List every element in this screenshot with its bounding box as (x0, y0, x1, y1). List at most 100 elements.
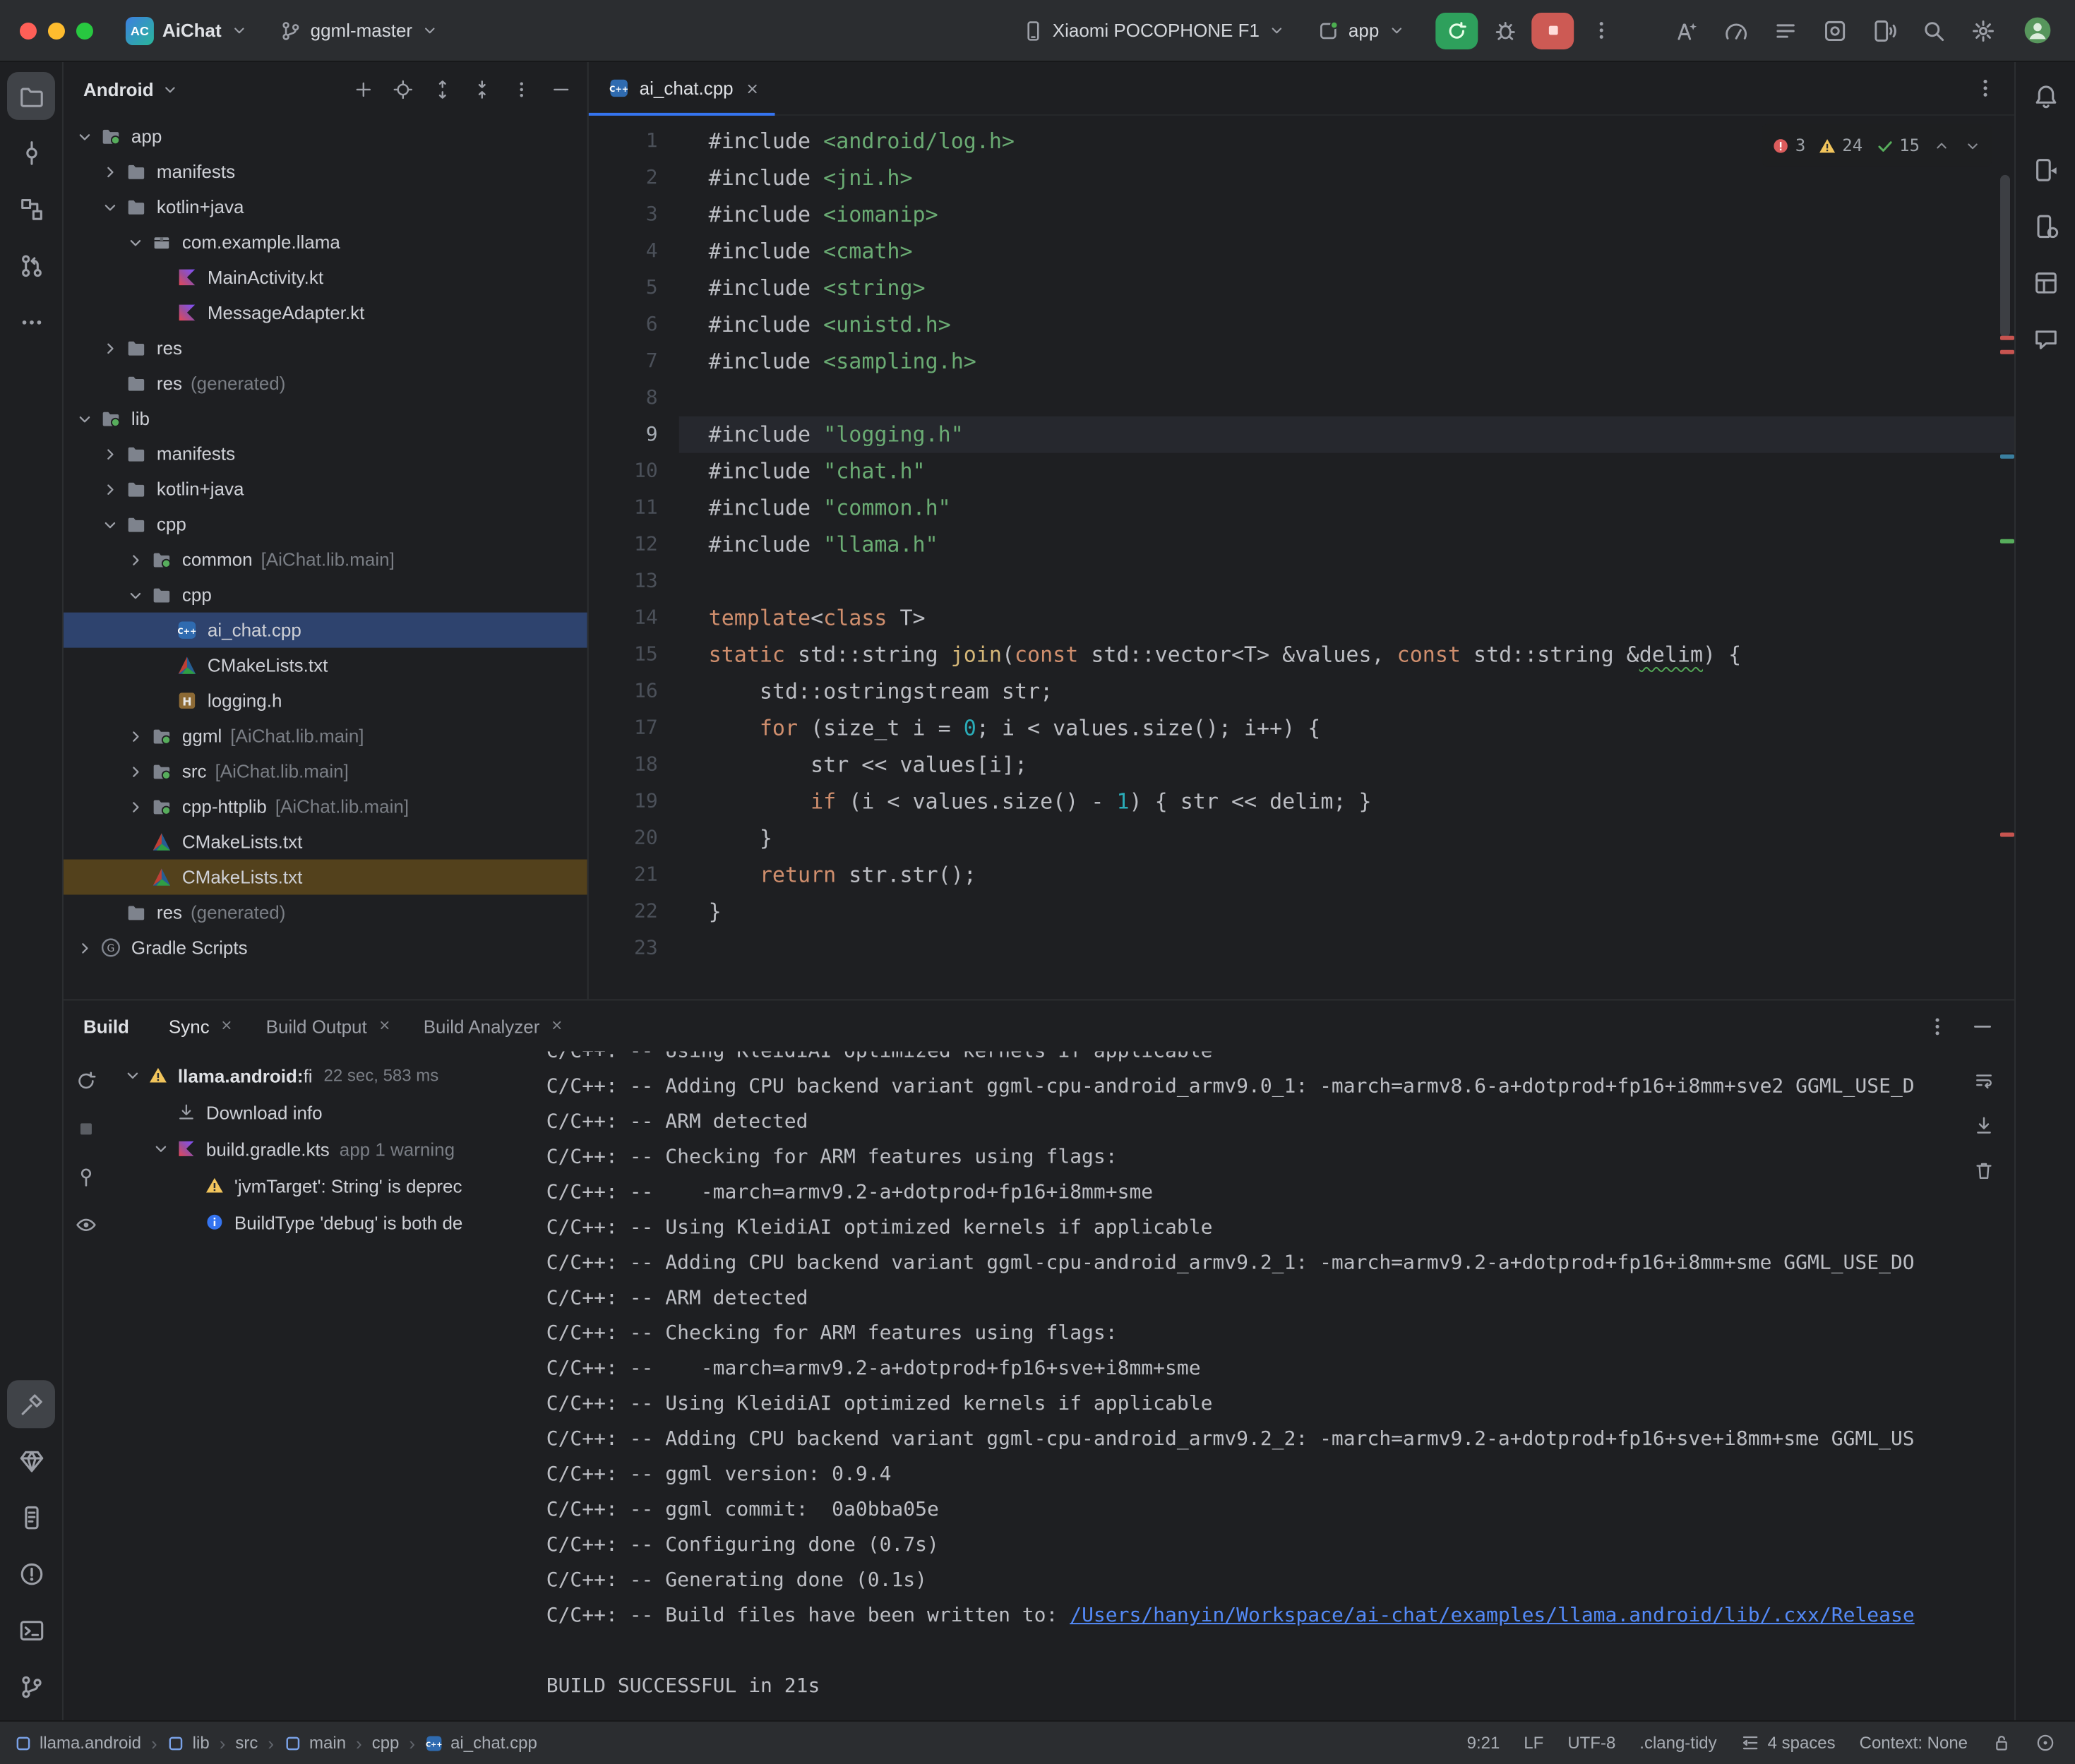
file-encoding[interactable]: UTF-8 (1567, 1733, 1615, 1753)
build-tree-item[interactable]: llama.android: fi22 sec, 583 ms (109, 1057, 532, 1093)
breadcrumb-item[interactable]: src (235, 1733, 258, 1753)
build-console[interactable]: C/C++: -- Using KleidiAI optimized kerne… (532, 1051, 2014, 1720)
tree-item[interactable]: GGradle Scripts (64, 930, 587, 965)
tree-item[interactable]: ggml[AiChat.lib.main] (64, 719, 587, 754)
run-configuration-selector[interactable]: app (1308, 13, 1416, 47)
terminal-button[interactable] (7, 1606, 55, 1654)
settings-button[interactable] (1961, 10, 2004, 51)
tree-item[interactable]: res(generated) (64, 366, 587, 401)
prev-problem-icon[interactable] (1932, 136, 1951, 155)
tree-item[interactable]: CMakeLists.txt (64, 824, 587, 860)
clear-button[interactable] (1966, 1153, 2000, 1187)
profiler-button[interactable] (1714, 10, 1757, 51)
console-link[interactable]: /Users/hanyin/Workspace/ai-chat/examples… (1070, 1604, 1914, 1627)
ok-stripe-mark[interactable] (2000, 539, 2014, 544)
build-tree-item[interactable]: 'jvmTarget': String' is deprec (109, 1167, 532, 1204)
build-tree-item[interactable]: build.gradle.ktsapp 1 warning (109, 1130, 532, 1167)
locate-button[interactable] (384, 71, 421, 107)
hide-build-panel-button[interactable] (1961, 1006, 2003, 1045)
editor-scrollbar[interactable] (2000, 175, 2010, 337)
app-quality-insights-button[interactable] (7, 1436, 55, 1484)
lock-icon[interactable] (1992, 1733, 2011, 1753)
tree-item[interactable]: MessageAdapter.kt (64, 295, 587, 330)
build-tree-item[interactable]: Download info (109, 1093, 532, 1130)
device-manager-button[interactable] (2021, 202, 2069, 250)
error-stripe-mark[interactable] (2000, 336, 2014, 340)
tree-item[interactable]: com.example.llama (64, 224, 587, 260)
layout-inspector-button[interactable] (2021, 258, 2069, 306)
project-selector[interactable]: AC AiChat (116, 11, 258, 50)
code-line[interactable]: return str.str(); (709, 857, 2014, 894)
notifications-button[interactable] (2021, 72, 2069, 120)
close-icon[interactable] (220, 1015, 235, 1036)
code-line[interactable]: } (709, 820, 2014, 857)
code-line[interactable]: std::ostringstream str; (709, 673, 2014, 710)
tree-item[interactable]: app (64, 119, 587, 154)
code-line[interactable]: #include "chat.h" (709, 453, 2014, 490)
code-line[interactable]: #include <iomanip> (709, 196, 2014, 233)
search-button[interactable] (1911, 10, 1955, 51)
pull-requests-button[interactable] (7, 241, 55, 289)
tree-item[interactable]: res(generated) (64, 894, 587, 930)
tree-item[interactable]: MainActivity.kt (64, 260, 587, 295)
tree-item[interactable]: manifests (64, 436, 587, 472)
expand-button[interactable] (424, 71, 460, 107)
info-stripe-mark[interactable] (2000, 455, 2014, 459)
problems-button[interactable] (7, 1549, 55, 1597)
build-tab-build-analyzer[interactable]: Build Analyzer (409, 1000, 580, 1051)
code-line[interactable]: if (i < values.size() - 1) { str << deli… (709, 784, 2014, 820)
error-stripe-mark[interactable] (2000, 350, 2014, 354)
project-view-selector[interactable]: Android (83, 78, 179, 100)
code-line[interactable] (709, 380, 2014, 416)
editor-gutter[interactable]: 1234567891011121314151617181920212223 (589, 116, 679, 999)
notifications-status-icon[interactable] (2035, 1733, 2055, 1753)
caret-position[interactable]: 9:21 (1467, 1733, 1500, 1753)
tree-item[interactable]: kotlin+java (64, 472, 587, 507)
app-inspection-button[interactable] (1812, 10, 1856, 51)
code-line[interactable]: #include <string> (709, 270, 2014, 306)
user-avatar-button[interactable] (2016, 11, 2058, 50)
inspections-widget[interactable]: 3 24 15 (1762, 124, 1992, 167)
tree-item[interactable]: cpp (64, 507, 587, 542)
logcat-button[interactable] (1763, 10, 1807, 51)
commit-button[interactable] (7, 128, 55, 176)
breadcrumb-item[interactable]: cpp (372, 1733, 400, 1753)
code-line[interactable]: } (709, 893, 2014, 930)
code-analysis-button[interactable] (1664, 10, 1708, 51)
context-widget[interactable]: Context: None (1860, 1733, 1968, 1753)
close-icon[interactable] (549, 1015, 565, 1036)
debug-button[interactable] (1483, 11, 1526, 50)
more-run-actions-button[interactable] (1579, 11, 1622, 50)
pin-button[interactable] (68, 1158, 104, 1195)
tree-item[interactable]: C++ai_chat.cpp (64, 613, 587, 648)
line-separator[interactable]: LF (1524, 1733, 1543, 1753)
editor-tab[interactable]: C++ ai_chat.cpp (589, 62, 775, 115)
running-devices-button[interactable] (2021, 145, 2069, 193)
breadcrumb-item[interactable]: main (284, 1733, 346, 1753)
build-tab-sync[interactable]: Sync (155, 1000, 249, 1051)
device-explorer-button[interactable] (7, 1493, 55, 1541)
tree-item[interactable]: src[AiChat.lib.main] (64, 754, 587, 789)
code-line[interactable]: #include <cmath> (709, 233, 2014, 270)
build-button[interactable] (7, 1380, 55, 1428)
tree-item[interactable]: CMakeLists.txt (64, 648, 587, 683)
eye-button[interactable] (68, 1206, 104, 1243)
code-line[interactable] (709, 930, 2014, 966)
code-line[interactable]: str << values[i]; (709, 747, 2014, 784)
error-stripe-mark[interactable] (2000, 833, 2014, 837)
device-selector[interactable]: Xiaomi POCOPHONE F1 (1012, 13, 1296, 47)
tree-item[interactable]: res (64, 330, 587, 366)
code-line[interactable]: template<class T> (709, 600, 2014, 637)
build-tab-build-output[interactable]: Build Output (252, 1000, 407, 1051)
build-options-button[interactable] (1915, 1006, 1958, 1045)
editor-tab-options-button[interactable] (1963, 68, 2006, 108)
breadcrumb-item[interactable]: C++ai_chat.cpp (425, 1733, 537, 1753)
clang-tidy-widget[interactable]: .clang-tidy (1639, 1733, 1716, 1753)
code-line[interactable]: for (size_t i = 0; i < values.size(); i+… (709, 710, 2014, 747)
stopsq-button[interactable] (68, 1110, 104, 1147)
hide-button[interactable] (542, 71, 579, 107)
soft-wrap-button[interactable] (1966, 1062, 2000, 1096)
vcs-branch-selector[interactable]: ggml-master (270, 13, 449, 47)
fullscreen-window-button[interactable] (76, 22, 93, 39)
breadcrumb-item[interactable]: lib (167, 1733, 210, 1753)
